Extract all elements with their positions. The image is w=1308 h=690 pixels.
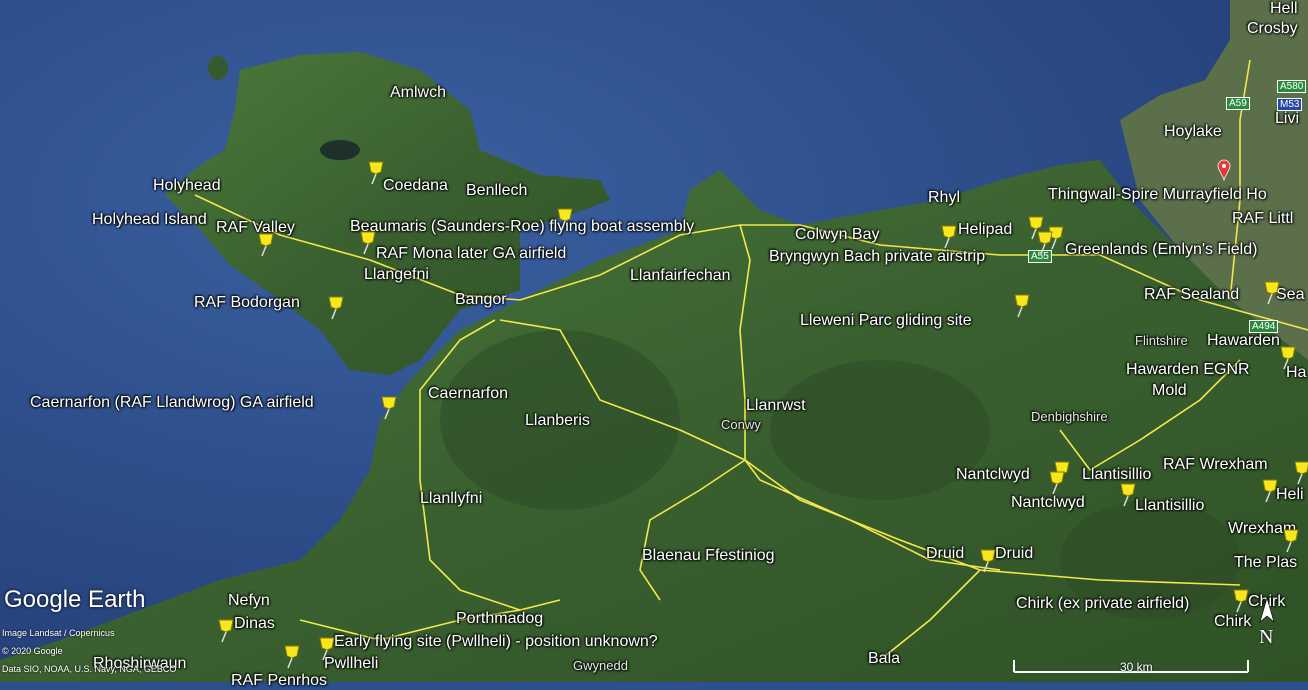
place-label[interactable]: Beaumaris (Saunders-Roe) flying boat ass… [350, 218, 694, 236]
island [208, 56, 228, 80]
place-label[interactable]: Greenlands (Emlyn's Field) [1065, 241, 1257, 259]
place-label[interactable]: Blaenau Ffestiniog [642, 547, 775, 565]
road-shield: A55 [1028, 250, 1052, 263]
place-label[interactable]: Chirk (ex private airfield) [1016, 595, 1189, 613]
place-label[interactable]: Dinas [234, 615, 275, 633]
place-label[interactable]: Holyhead [153, 177, 221, 195]
region-label: Conwy [721, 417, 761, 432]
place-label[interactable]: Druid [995, 545, 1033, 563]
place-label[interactable]: Llanllyfni [420, 490, 482, 508]
place-label[interactable]: RAF Wrexham [1163, 456, 1268, 474]
place-label[interactable]: Caernarfon [428, 385, 508, 403]
place-label[interactable]: Mold [1152, 382, 1187, 400]
place-label[interactable]: Caernarfon (RAF Llandwrog) GA airfield [30, 394, 314, 412]
road-shield: A494 [1249, 320, 1279, 333]
scale-label: 30 km [1120, 660, 1153, 674]
place-label[interactable]: Bala [868, 650, 900, 668]
place-label[interactable]: Thingwall-Spire Murrayfield Ho [1048, 186, 1267, 204]
place-label[interactable]: Llangefni [364, 266, 429, 284]
road-shield: A580 [1277, 80, 1307, 93]
satellite-map[interactable] [0, 0, 1308, 682]
place-label[interactable]: Colwyn Bay [795, 226, 879, 244]
place-label[interactable]: Benllech [466, 182, 527, 200]
place-label[interactable]: RAF Littl [1232, 210, 1293, 228]
place-label[interactable]: Nefyn [228, 592, 270, 610]
place-label[interactable]: Porthmadog [456, 610, 543, 628]
place-label[interactable]: Amlwch [390, 84, 446, 102]
place-label[interactable]: Llanfairfechan [630, 267, 731, 285]
place-label[interactable]: Ha [1286, 364, 1306, 382]
place-label[interactable]: The Plas [1234, 554, 1297, 572]
place-label[interactable]: Pwllheli [324, 655, 378, 673]
place-label[interactable]: Crosby [1247, 20, 1298, 38]
credit-imagery: Image Landsat / Copernicus [2, 628, 115, 638]
place-label[interactable]: Lleweni Parc gliding site [800, 312, 972, 330]
north-label: N [1259, 626, 1274, 648]
place-label[interactable]: Hell [1270, 0, 1298, 18]
place-label[interactable]: RAF Valley [216, 219, 295, 237]
place-label[interactable]: Bryngwyn Bach private airstrip [769, 248, 985, 266]
region-label: Flintshire [1135, 333, 1188, 348]
place-label[interactable]: Druid [926, 545, 964, 563]
place-label[interactable]: Hawarden [1207, 332, 1280, 350]
place-label[interactable]: Holyhead Island [92, 211, 207, 229]
region-label: Gwynedd [573, 658, 628, 673]
place-label[interactable]: Bangor [455, 291, 507, 309]
place-label[interactable]: Livi [1275, 110, 1299, 128]
place-label[interactable]: Wrexham [1228, 520, 1296, 538]
place-label[interactable]: Early flying site (Pwllheli) - position … [334, 633, 658, 651]
road-shield: A59 [1226, 97, 1250, 110]
place-label[interactable]: Heli [1276, 486, 1304, 504]
place-label[interactable]: RAF Bodorgan [194, 294, 300, 312]
place-label[interactable]: RAF Penrhos [231, 672, 327, 690]
road-shield: M53 [1277, 98, 1303, 111]
google-earth-logo: Google Earth [4, 586, 146, 613]
place-label[interactable]: Llantisillio [1135, 497, 1204, 515]
place-label[interactable]: RAF Mona later GA airfield [376, 245, 566, 263]
place-label[interactable]: RAF Sealand [1144, 286, 1239, 304]
place-label[interactable]: Rhyl [928, 189, 960, 207]
place-label[interactable]: Coedana [383, 177, 448, 195]
place-label[interactable]: Llanberis [525, 412, 590, 430]
place-label[interactable]: Sea [1276, 286, 1304, 304]
region-label: Denbighshire [1031, 409, 1108, 424]
place-label[interactable]: Nantclwyd [956, 466, 1030, 484]
place-label[interactable]: Chirk [1214, 613, 1251, 631]
credit-copyright: © 2020 Google [2, 646, 63, 656]
place-label[interactable]: Hoylake [1164, 123, 1222, 141]
place-label[interactable]: Llanrwst [746, 397, 806, 415]
place-label[interactable]: Nantclwyd [1011, 494, 1085, 512]
place-label[interactable]: Hawarden EGNR [1126, 361, 1250, 379]
lake [320, 140, 360, 160]
credit-data: Data SIO, NOAA, U.S. Navy, NGA, GEBCO [2, 664, 177, 674]
place-label[interactable]: Llantisillio [1082, 466, 1151, 484]
place-label[interactable]: Helipad [958, 221, 1012, 239]
